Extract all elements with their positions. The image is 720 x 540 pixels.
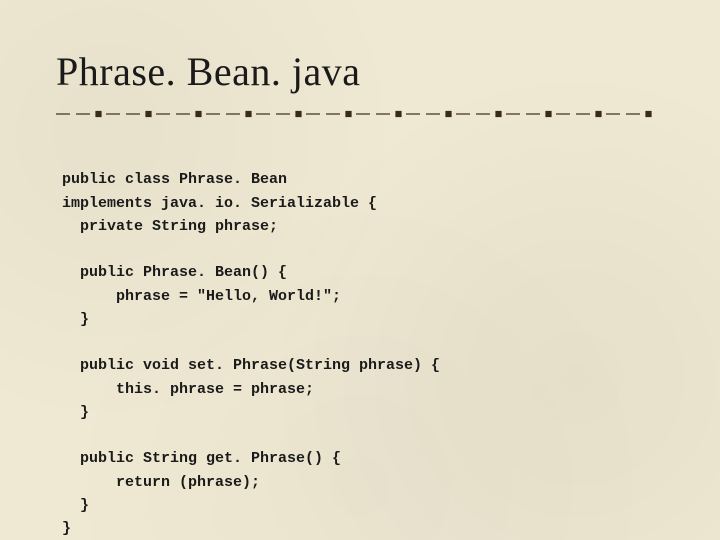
code-line: implements java. io. Serializable { (62, 195, 377, 212)
code-block: public class Phrase. Bean implements jav… (56, 145, 664, 540)
title-divider (56, 109, 656, 119)
code-line: public void set. Phrase(String phrase) { (62, 357, 440, 374)
code-line: public String get. Phrase() { (62, 450, 341, 467)
code-line: public class Phrase. Bean (62, 171, 287, 188)
code-line: return (phrase); (62, 474, 260, 491)
code-line: this. phrase = phrase; (62, 381, 314, 398)
slide: Phrase. Bean. java (0, 0, 720, 540)
code-line: phrase = "Hello, World!"; (62, 288, 341, 305)
code-line: } (62, 497, 89, 514)
code-line: public Phrase. Bean() { (62, 264, 287, 281)
code-line: private String phrase; (62, 218, 278, 235)
code-line: } (62, 520, 71, 537)
code-line: } (62, 311, 89, 328)
page-title: Phrase. Bean. java (56, 48, 664, 95)
code-line: } (62, 404, 89, 421)
